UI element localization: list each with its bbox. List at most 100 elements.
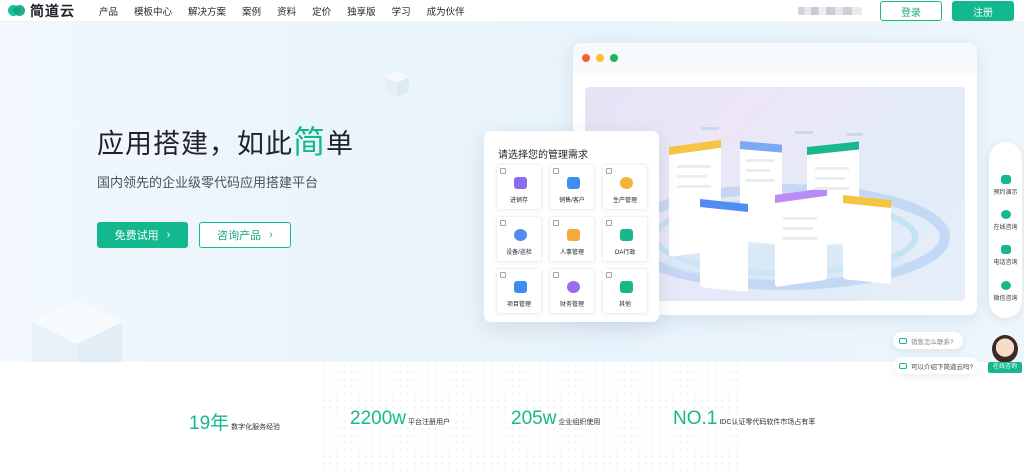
chat-suggestion-text: 销售怎么联系? bbox=[911, 338, 954, 346]
free-trial-label: 免费试用 bbox=[114, 230, 159, 242]
chevron-right-icon: › bbox=[269, 229, 273, 241]
wechat-consult-label: 微信咨询 bbox=[993, 296, 1018, 302]
checkbox[interactable] bbox=[606, 220, 612, 226]
selector-title: 请选择您的管理需求 bbox=[498, 150, 588, 161]
option-label: 设备/巡检 bbox=[506, 250, 532, 256]
consult-product-label: 咨询产品 bbox=[217, 230, 262, 242]
chat-bubble-icon bbox=[899, 362, 907, 369]
folder-icon bbox=[567, 229, 580, 241]
option-label: 生产管理 bbox=[612, 198, 637, 204]
gear-icon bbox=[620, 177, 633, 189]
option-label: OA行政 bbox=[614, 250, 636, 256]
option-hr[interactable]: 人事管理 bbox=[549, 216, 595, 262]
option-finance[interactable]: 财务管理 bbox=[549, 268, 595, 314]
online-agent-avatar[interactable]: 在线咨询 bbox=[987, 332, 1023, 374]
chat-bubble-icon bbox=[899, 337, 907, 344]
checkbox[interactable] bbox=[553, 272, 559, 278]
chart-icon bbox=[567, 177, 580, 189]
nav-right: 登录 注册 bbox=[798, 0, 1014, 22]
hero-title-suffix: 单 bbox=[326, 129, 355, 159]
avatar bbox=[992, 335, 1018, 363]
logo[interactable]: 简道云 bbox=[5, 0, 75, 22]
chat-suggestion-intro[interactable]: 可以介绍下简道云吗? bbox=[893, 357, 979, 374]
checkbox[interactable] bbox=[553, 168, 559, 174]
cart-icon bbox=[514, 177, 527, 189]
chat-suggestion-text: 可以介绍下简道云吗? bbox=[911, 363, 974, 371]
checkbox[interactable] bbox=[606, 272, 612, 278]
stat-label: 平台注册用户 bbox=[408, 419, 450, 426]
online-consult-button[interactable]: 在线咨询 bbox=[989, 201, 1022, 241]
window-close-dot bbox=[582, 54, 590, 62]
checkbox[interactable] bbox=[500, 220, 506, 226]
checkbox[interactable] bbox=[500, 168, 506, 174]
board-icon bbox=[514, 281, 527, 293]
stat-label: 企业组织使用 bbox=[558, 419, 601, 426]
option-label: 财务管理 bbox=[559, 302, 584, 308]
coin-icon bbox=[567, 281, 580, 293]
window-titlebar bbox=[573, 43, 977, 73]
stat-label: IDC认证零代码软件市场占有率 bbox=[719, 419, 816, 426]
register-button[interactable]: 注册 bbox=[952, 1, 1014, 21]
hero-title-highlight: 简 bbox=[293, 124, 327, 160]
stat-number: NO.1 bbox=[673, 408, 718, 429]
option-other[interactable]: 其他 bbox=[602, 268, 648, 314]
consult-product-button[interactable]: 咨询产品 › bbox=[199, 222, 291, 248]
option-oa[interactable]: OA行政 bbox=[602, 216, 648, 262]
blurred-contact bbox=[798, 7, 862, 15]
wechat-consult-button[interactable]: 微信咨询 bbox=[989, 272, 1022, 312]
option-label: 其他 bbox=[618, 302, 631, 308]
nav-item-product[interactable]: 产品 bbox=[99, 4, 118, 18]
hero-title-prefix: 应用搭建，如此 bbox=[97, 129, 293, 159]
checkbox[interactable] bbox=[553, 220, 559, 226]
option-equipment[interactable]: 设备/巡检 bbox=[496, 216, 542, 262]
logo-icon bbox=[5, 2, 28, 18]
free-trial-button[interactable]: 免费试用 › bbox=[97, 222, 188, 248]
decor-cube-large bbox=[32, 300, 122, 362]
option-label: 进销存 bbox=[509, 198, 528, 204]
stat-number: 19年 bbox=[189, 413, 230, 434]
stat-years: 19年 数字化服务经验 bbox=[189, 408, 280, 435]
nav-item-templates[interactable]: 模板中心 bbox=[134, 4, 172, 18]
option-sales-customer[interactable]: 销售/客户 bbox=[549, 164, 595, 210]
stat-orgs: 205w 企业组织使用 bbox=[511, 408, 600, 430]
option-inventory[interactable]: 进销存 bbox=[496, 164, 542, 210]
book-demo-label: 预约演示 bbox=[993, 190, 1018, 196]
stat-ranking: NO.1 IDC认证零代码软件市场占有率 bbox=[673, 408, 815, 430]
grid-icon bbox=[620, 281, 633, 293]
checkbox[interactable] bbox=[500, 272, 506, 278]
hero-subtitle: 国内领先的企业级零代码应用搭建平台 bbox=[97, 175, 319, 190]
phone-consult-button[interactable]: 电话咨询 bbox=[989, 236, 1022, 276]
window-minimize-dot bbox=[596, 54, 604, 62]
needs-selector-card: 请选择您的管理需求 进销存 销售/客户 生产管理 设备/巡检 人事管理 OA行政… bbox=[484, 131, 659, 322]
checkbox[interactable] bbox=[606, 168, 612, 174]
wechat-icon bbox=[1000, 281, 1011, 290]
hero-title: 应用搭建，如此简单 bbox=[97, 117, 354, 163]
nav-menu: 产品 模板中心 解决方案 案例 资料 定价 独享版 学习 成为伙伴 bbox=[99, 4, 481, 18]
online-consult-label: 在线咨询 bbox=[993, 225, 1018, 231]
stat-number: 2200w bbox=[350, 408, 406, 429]
chat-suggestion-sales[interactable]: 销售怎么联系? bbox=[893, 332, 963, 349]
nav-item-solutions[interactable]: 解决方案 bbox=[188, 4, 226, 18]
stat-users: 2200w 平台注册用户 bbox=[350, 408, 450, 430]
window-maximize-dot bbox=[610, 54, 618, 62]
logo-text: 简道云 bbox=[30, 2, 75, 19]
option-project[interactable]: 项目管理 bbox=[496, 268, 542, 314]
option-production[interactable]: 生产管理 bbox=[602, 164, 648, 210]
top-nav: 简道云 产品 模板中心 解决方案 案例 资料 定价 独享版 学习 成为伙伴 登录… bbox=[0, 0, 1024, 22]
stats-section: 19年 数字化服务经验 2200w 平台注册用户 205w 企业组织使用 NO.1 ID… bbox=[0, 362, 1024, 475]
nav-item-dedicated[interactable]: 独享版 bbox=[347, 4, 376, 18]
nav-item-learn[interactable]: 学习 bbox=[392, 4, 411, 18]
decor-cube-small bbox=[385, 71, 409, 97]
agent-label: 在线咨询 bbox=[988, 362, 1022, 373]
stat-number: 205w bbox=[511, 408, 557, 429]
nav-item-resources[interactable]: 资料 bbox=[277, 4, 296, 18]
nav-item-cases[interactable]: 案例 bbox=[242, 4, 261, 18]
calendar-icon bbox=[1000, 175, 1011, 184]
book-demo-button[interactable]: 预约演示 bbox=[989, 166, 1022, 206]
option-label: 人事管理 bbox=[559, 250, 584, 256]
nav-item-partner[interactable]: 成为伙伴 bbox=[427, 4, 465, 18]
login-button[interactable]: 登录 bbox=[880, 1, 942, 21]
magnifier-icon bbox=[514, 229, 527, 241]
selector-grid: 进销存 销售/客户 生产管理 设备/巡检 人事管理 OA行政 项目管理 财务管理… bbox=[496, 164, 648, 314]
nav-item-pricing[interactable]: 定价 bbox=[312, 4, 331, 18]
